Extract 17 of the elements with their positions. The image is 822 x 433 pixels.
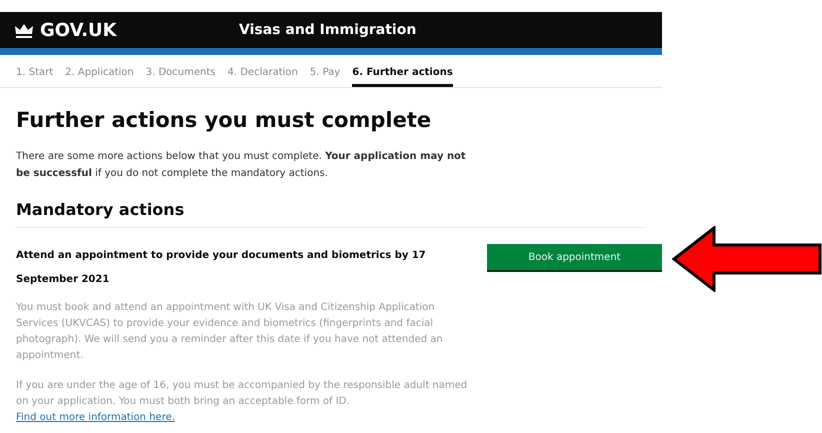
body-text: You must book and attend an appointment with UK Visa and Citizenship Application Services (UKVCAS) to provide your evidence and biometrics (fingerprints and facial photograph). We will send you a reminder after this date if you have not attended an appointment. (16, 301, 444, 363)
progress-step[interactable]: 2. Application (65, 67, 134, 87)
info-link[interactable]: Find out more information here. (16, 412, 175, 423)
progress-step[interactable]: 1. Start (16, 67, 54, 87)
progress-step[interactable]: 3. Documents (146, 67, 216, 87)
intro-text: There are some more actions below that you must complete. Your application may not be successful if you do not complete the mandatory actions. (16, 150, 467, 181)
section-heading: Mandatory actions (16, 200, 646, 228)
site-logo[interactable]: GOV.UK (14, 20, 239, 40)
progress-step[interactable]: 5. Pay (310, 67, 340, 87)
body-text: If you are under the age of 16, you must be accompanied by the responsible adult named on your application. You must both bring an acceptable form of ID. Find out more information here. (16, 379, 468, 425)
service-name: Visas and Immigration (239, 22, 416, 38)
book-appointment-button[interactable]: Book appointment (487, 244, 662, 270)
progress-step[interactable]: 4. Declaration (228, 67, 298, 87)
progress-step[interactable]: 6. Further actions (352, 67, 453, 87)
crown-icon (14, 22, 34, 38)
action-title: Attend an appointment to provide your documents and biometrics by 17 September 2021 (16, 249, 427, 287)
page-title: Further actions you must complete (16, 108, 432, 132)
